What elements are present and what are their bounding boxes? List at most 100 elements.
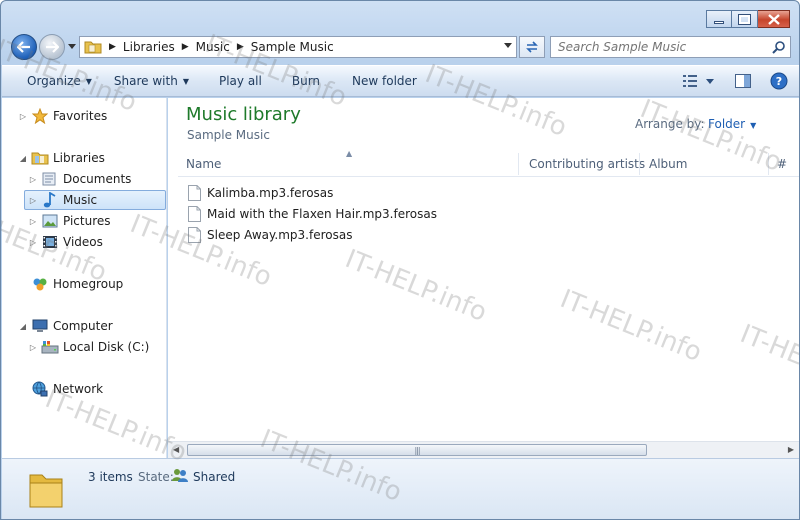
folder-icon	[29, 474, 63, 508]
search-input[interactable]	[558, 40, 768, 54]
videos-label: Videos	[63, 235, 103, 249]
file-name: Maid with the Flaxen Hair.mp3.ferosas	[207, 207, 437, 221]
nav-music[interactable]: ▷ Music	[24, 190, 166, 210]
column-headers: ▲ Name Contributing artists Album #	[178, 149, 799, 177]
address-dropdown-icon[interactable]	[504, 43, 512, 48]
preview-pane-icon	[735, 74, 751, 88]
expand-arrow-icon[interactable]: ▷	[28, 217, 38, 226]
view-options-button[interactable]	[703, 70, 717, 92]
chevron-down-icon	[68, 43, 76, 49]
column-header-name[interactable]: Name	[186, 157, 221, 171]
state-value: Shared	[193, 470, 236, 484]
breadcrumb-separator-icon[interactable]: ▶	[182, 42, 189, 52]
expand-arrow-icon[interactable]: ▷	[28, 343, 38, 352]
refresh-icon	[526, 41, 538, 53]
file-name: Sleep Away.mp3.ferosas	[207, 228, 353, 242]
new-folder-button[interactable]: New folder	[343, 68, 426, 94]
item-count: 3 items	[88, 470, 133, 484]
library-folder-icon	[84, 41, 102, 54]
nav-videos[interactable]: ▷ Videos	[28, 232, 103, 252]
navigation-bar: ▶ Libraries ▶ Music ▶ Sample Music	[1, 31, 799, 63]
expand-arrow-icon[interactable]: ▷	[18, 112, 28, 121]
details-view-icon	[683, 75, 697, 87]
breadcrumb-libraries[interactable]: Libraries	[123, 40, 175, 54]
organize-button[interactable]: Organize ▼	[18, 68, 101, 94]
nav-homegroup[interactable]: Homegroup	[18, 274, 123, 294]
scroll-left-arrow-icon[interactable]: ◀	[173, 445, 179, 454]
libraries-label: Libraries	[53, 151, 105, 165]
file-icon	[188, 206, 201, 222]
horizontal-scrollbar[interactable]: ◀ ||| ▶	[168, 441, 799, 458]
preview-pane-button[interactable]	[731, 70, 755, 92]
state-label: State:	[138, 470, 174, 484]
breadcrumb-separator-icon[interactable]: ▶	[109, 42, 116, 52]
caption-buttons	[706, 10, 790, 28]
expand-arrow-icon[interactable]: ▷	[28, 238, 38, 247]
address-bar[interactable]: ▶ Libraries ▶ Music ▶ Sample Music	[79, 36, 517, 58]
star-icon	[31, 108, 49, 124]
network-label: Network	[53, 382, 104, 396]
file-row[interactable]: Sleep Away.mp3.ferosas	[188, 225, 352, 245]
arrange-by-label: Arrange by:	[635, 117, 705, 131]
nav-favorites[interactable]: ▷ Favorites	[18, 106, 107, 126]
column-divider[interactable]	[768, 153, 769, 175]
change-view-button[interactable]	[679, 70, 703, 92]
scrollbar-thumb[interactable]: |||	[187, 444, 647, 456]
column-divider[interactable]	[639, 153, 640, 175]
column-header-album[interactable]: Album	[649, 157, 687, 171]
forward-arrow-icon	[46, 41, 59, 53]
chevron-down-icon	[706, 78, 714, 84]
explorer-window: ▶ Libraries ▶ Music ▶ Sample Music Organ…	[0, 0, 800, 520]
library-title: Music library	[186, 104, 301, 125]
recent-pages-button[interactable]	[66, 38, 78, 54]
chevron-down-icon: ▼	[85, 76, 92, 86]
chevron-down-icon: ▼	[750, 121, 757, 130]
file-row[interactable]: Maid with the Flaxen Hair.mp3.ferosas	[188, 204, 437, 224]
search-icon[interactable]	[772, 40, 786, 54]
nav-documents[interactable]: ▷ Documents	[28, 169, 132, 189]
nav-network[interactable]: Network	[18, 379, 103, 399]
file-list-pane: Music library Sample Music Arrange by: F…	[168, 98, 799, 458]
pictures-label: Pictures	[63, 214, 111, 228]
breadcrumb-music[interactable]: Music	[196, 40, 230, 54]
breadcrumb: ▶ Libraries ▶ Music ▶ Sample Music	[102, 40, 334, 54]
close-button[interactable]	[758, 10, 790, 28]
documents-library-icon	[41, 171, 59, 187]
back-arrow-icon	[17, 41, 30, 53]
breadcrumb-sample-music[interactable]: Sample Music	[251, 40, 334, 54]
nav-computer[interactable]: ◢ Computer	[18, 316, 113, 336]
breadcrumb-separator-icon[interactable]: ▶	[237, 42, 244, 52]
shared-users-icon	[172, 469, 188, 482]
minimize-button[interactable]	[706, 10, 732, 28]
expand-arrow-icon[interactable]: ▷	[28, 175, 38, 184]
refresh-button[interactable]	[519, 36, 545, 58]
music-note-icon	[41, 192, 59, 208]
nav-local-disk[interactable]: ▷ Local Disk (C:)	[28, 337, 149, 357]
play-all-button[interactable]: Play all	[210, 68, 271, 94]
burn-button[interactable]: Burn	[283, 68, 329, 94]
forward-button[interactable]	[39, 34, 65, 60]
help-button[interactable]: ?	[767, 70, 791, 92]
arrange-by-value: Folder	[708, 117, 746, 131]
close-icon	[767, 13, 780, 25]
details-pane: 3 items State: Shared	[2, 458, 799, 519]
toolbar-right: ?	[673, 70, 791, 92]
collapse-arrow-icon[interactable]: ◢	[18, 322, 28, 331]
local-disk-label: Local Disk (C:)	[63, 340, 150, 354]
share-with-button[interactable]: Share with ▼	[105, 68, 198, 94]
scroll-right-arrow-icon[interactable]: ▶	[788, 445, 794, 454]
collapse-arrow-icon[interactable]: ◢	[18, 154, 28, 163]
arrange-by-dropdown[interactable]: Folder ▼	[708, 117, 756, 131]
videos-library-icon	[41, 234, 59, 250]
maximize-button[interactable]	[732, 10, 758, 28]
back-button[interactable]	[11, 34, 37, 60]
expand-arrow-icon[interactable]: ▷	[28, 196, 38, 205]
file-row[interactable]: Kalimba.mp3.ferosas	[188, 183, 333, 203]
column-header-track-number[interactable]: #	[777, 157, 787, 171]
column-header-contributing-artists[interactable]: Contributing artists	[529, 157, 645, 171]
library-subtitle: Sample Music	[187, 128, 270, 142]
search-box[interactable]	[550, 36, 791, 58]
nav-libraries[interactable]: ◢ Libraries	[18, 148, 105, 168]
nav-pictures[interactable]: ▷ Pictures	[28, 211, 111, 231]
column-divider[interactable]	[518, 153, 519, 175]
